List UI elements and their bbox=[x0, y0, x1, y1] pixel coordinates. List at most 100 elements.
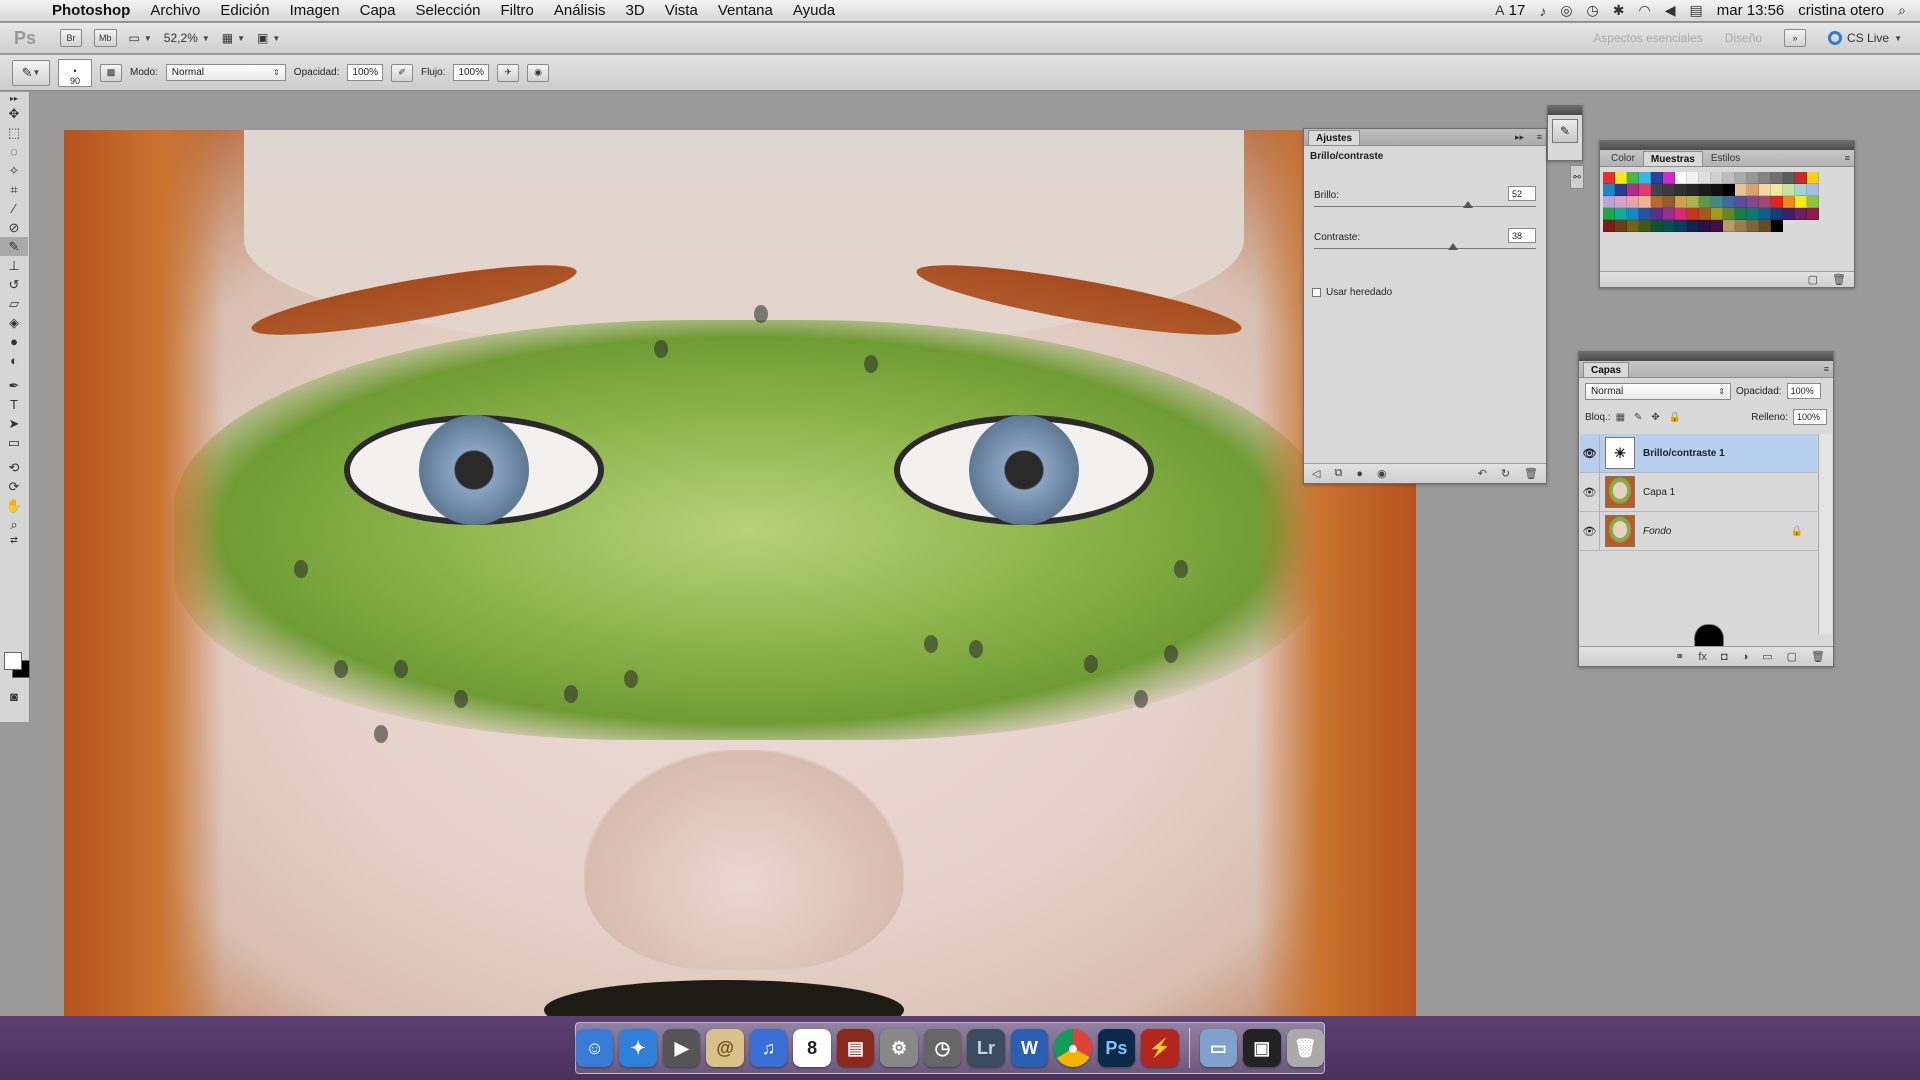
color-swatch[interactable] bbox=[1699, 172, 1711, 184]
color-swatch[interactable] bbox=[1723, 172, 1735, 184]
color-swatch[interactable] bbox=[1627, 220, 1639, 232]
contrast-slider-thumb[interactable] bbox=[1448, 243, 1459, 250]
dodge-tool-icon[interactable]: ◐ bbox=[0, 351, 28, 370]
color-swatch[interactable] bbox=[1603, 208, 1615, 220]
safari-icon[interactable]: ✦ bbox=[619, 1029, 657, 1067]
color-swatch[interactable] bbox=[1771, 208, 1783, 220]
menu-app-name[interactable]: Photoshop bbox=[40, 2, 140, 19]
applications-folder-icon[interactable]: ▭ bbox=[1199, 1029, 1238, 1067]
color-swatch[interactable] bbox=[1783, 172, 1795, 184]
color-swatch[interactable] bbox=[1603, 196, 1615, 208]
time-machine-icon[interactable]: ◷ bbox=[1587, 2, 1599, 19]
visibility-toggle-icon[interactable]: ◉ bbox=[1377, 467, 1387, 480]
color-swatch[interactable] bbox=[1795, 172, 1807, 184]
color-swatch[interactable] bbox=[1771, 220, 1783, 232]
wifi-icon[interactable]: ◠ bbox=[1639, 2, 1651, 19]
photoshop-dock-icon[interactable]: Ps bbox=[1097, 1029, 1136, 1067]
time-machine-icon[interactable]: ◷ bbox=[923, 1029, 962, 1067]
eyedropper-tool-icon[interactable]: ⁄ bbox=[0, 199, 28, 218]
hand-tool-icon[interactable]: ✋ bbox=[0, 496, 28, 515]
color-swatch[interactable] bbox=[1651, 208, 1663, 220]
mini-bridge-button[interactable]: Mb bbox=[94, 29, 117, 47]
legacy-checkbox-row[interactable]: Usar heredado bbox=[1304, 287, 1546, 298]
brightness-value-field[interactable]: 52 bbox=[1508, 186, 1536, 201]
zoom-tool-icon[interactable]: ⌕ bbox=[0, 515, 28, 534]
color-swatch[interactable] bbox=[1603, 220, 1615, 232]
photo-booth-icon[interactable]: ▤ bbox=[836, 1029, 875, 1067]
color-swatch[interactable] bbox=[1783, 208, 1795, 220]
quick-mask-icon[interactable]: ◙ bbox=[0, 687, 28, 706]
acrobat-icon[interactable]: ⚡ bbox=[1141, 1029, 1179, 1067]
trash-icon[interactable]: 🗑 bbox=[1811, 650, 1825, 663]
menu-filtro[interactable]: Filtro bbox=[491, 2, 544, 19]
layer-opacity-field[interactable]: 100% bbox=[1786, 383, 1821, 399]
path-selection-tool-icon[interactable]: ➤ bbox=[0, 414, 28, 433]
fill-field[interactable]: 100% bbox=[1793, 409, 1827, 425]
menu-ayuda[interactable]: Ayuda bbox=[783, 2, 845, 19]
swap-colors-icon[interactable]: ⇄ bbox=[0, 534, 28, 546]
clip-layer-icon[interactable]: ● bbox=[1356, 468, 1363, 480]
color-swatch[interactable] bbox=[1687, 196, 1699, 208]
chrome-icon[interactable]: ● bbox=[1054, 1029, 1092, 1067]
color-swatch[interactable] bbox=[1771, 184, 1783, 196]
color-swatch[interactable] bbox=[1627, 208, 1639, 220]
bell-icon[interactable]: ♪ bbox=[1539, 3, 1546, 19]
color-swatch[interactable] bbox=[1603, 172, 1615, 184]
document-canvas[interactable] bbox=[64, 130, 1416, 1016]
back-arrow-icon[interactable]: ◁ bbox=[1312, 467, 1320, 480]
pen-tool-icon[interactable]: ✒ bbox=[0, 376, 28, 395]
itunes-icon[interactable]: ♫ bbox=[749, 1029, 788, 1067]
brush-tool-icon[interactable]: ✎ bbox=[0, 237, 28, 256]
lock-all-icon[interactable]: 🔒 bbox=[1669, 412, 1681, 423]
color-swatch[interactable] bbox=[1747, 184, 1759, 196]
trash-icon[interactable]: 🗑 bbox=[1524, 467, 1538, 480]
color-swatch[interactable] bbox=[1639, 208, 1651, 220]
color-swatch[interactable] bbox=[1711, 172, 1723, 184]
color-swatch[interactable] bbox=[1783, 196, 1795, 208]
tab-capas[interactable]: Capas bbox=[1583, 362, 1630, 377]
tools-collapse-icon[interactable]: ▸▸ bbox=[0, 92, 28, 104]
view-extras-dropdown[interactable]: ▭ ▼ bbox=[129, 31, 152, 45]
menu-ventana[interactable]: Ventana bbox=[708, 2, 783, 19]
color-swatch[interactable] bbox=[1807, 184, 1819, 196]
downloads-stack-icon[interactable]: ▣ bbox=[1243, 1029, 1281, 1067]
color-swatch[interactable] bbox=[1651, 184, 1663, 196]
layer-name[interactable]: Capa 1 bbox=[1643, 487, 1675, 498]
color-swatch[interactable] bbox=[1723, 220, 1735, 232]
color-swatch[interactable] bbox=[1663, 220, 1675, 232]
menu-3d[interactable]: 3D bbox=[616, 2, 655, 19]
color-swatch[interactable] bbox=[1759, 184, 1771, 196]
clone-stamp-tool-icon[interactable]: ⊥ bbox=[0, 256, 28, 275]
tool-preset-picker[interactable]: ✎ ▼ bbox=[12, 59, 50, 86]
sync-icon[interactable]: ◎ bbox=[1560, 2, 1572, 19]
color-swatch[interactable] bbox=[1783, 184, 1795, 196]
screen-mode-dropdown[interactable]: ▣ ▼ bbox=[257, 31, 280, 45]
color-swatch[interactable] bbox=[1651, 196, 1663, 208]
swatch-grid[interactable] bbox=[1603, 172, 1819, 232]
color-swatch[interactable] bbox=[1795, 208, 1807, 220]
layer-row-fondo[interactable]: 👁 Fondo 🔒 bbox=[1580, 511, 1817, 551]
color-swatch[interactable] bbox=[1759, 208, 1771, 220]
lock-transparency-icon[interactable]: ▦ bbox=[1616, 412, 1625, 423]
menu-capa[interactable]: Capa bbox=[350, 2, 406, 19]
color-swatch[interactable] bbox=[1639, 184, 1651, 196]
color-swatch[interactable] bbox=[1639, 196, 1651, 208]
menu-seleccion[interactable]: Selección bbox=[405, 2, 490, 19]
calendar-status-icon[interactable]: ▤ bbox=[1690, 2, 1703, 19]
brush-presets-icon[interactable]: ✎ bbox=[1552, 119, 1578, 143]
adjustment-thumbnail[interactable]: ☀ bbox=[1605, 437, 1635, 469]
tab-muestras[interactable]: Muestras bbox=[1642, 151, 1703, 166]
color-swatch[interactable] bbox=[1771, 196, 1783, 208]
color-swatch[interactable] bbox=[1735, 196, 1747, 208]
color-swatch[interactable] bbox=[1675, 172, 1687, 184]
layer-row-capa1[interactable]: 👁 Capa 1 bbox=[1580, 472, 1817, 512]
system-preferences-icon[interactable]: ⚙ bbox=[880, 1029, 918, 1067]
add-mask-icon[interactable]: ◘ bbox=[1721, 651, 1728, 663]
cs-live-button[interactable]: CS Live ▼ bbox=[1828, 31, 1902, 45]
color-swatch[interactable] bbox=[1771, 172, 1783, 184]
arrange-documents-dropdown[interactable]: ▦ ▼ bbox=[222, 31, 245, 45]
eraser-tool-icon[interactable]: ▱ bbox=[0, 294, 28, 313]
finder-icon[interactable]: ☺ bbox=[576, 1029, 614, 1067]
workspace-essentials[interactable]: Aspectos esenciales bbox=[1593, 31, 1702, 45]
expand-icon[interactable]: ▸▸ bbox=[1515, 132, 1524, 143]
